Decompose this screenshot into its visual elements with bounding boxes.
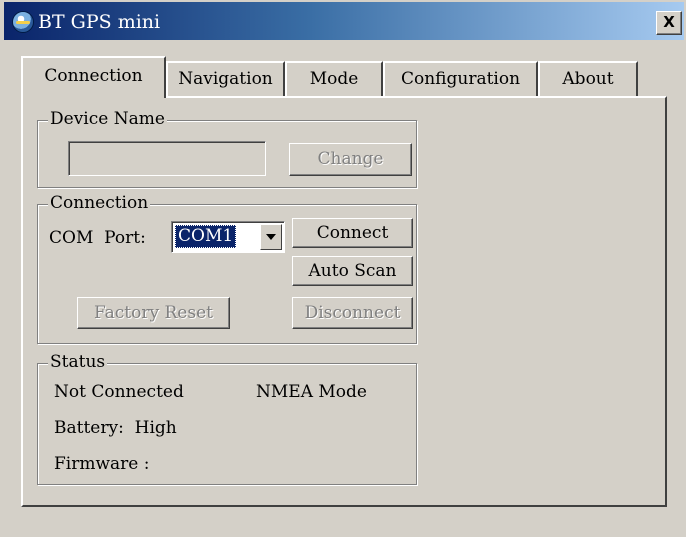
tab-label: Connection (44, 66, 143, 86)
tab-label: Navigation (178, 69, 273, 89)
connection-group: Connection COM Port: COM1 Connect Auto S… (37, 193, 417, 344)
app-window: BT GPS mini X Connection Navigation Mode… (0, 0, 686, 537)
disconnect-button[interactable]: Disconnect (292, 297, 413, 329)
com-port-value: COM1 (175, 225, 237, 248)
com-port-select[interactable]: COM1 (171, 221, 285, 253)
tab-about[interactable]: About (538, 61, 638, 96)
connect-button[interactable]: Connect (292, 218, 413, 248)
window-title: BT GPS mini (38, 11, 161, 33)
tab-navigation[interactable]: Navigation (166, 61, 285, 96)
tab-label: Configuration (400, 69, 521, 89)
title-bar[interactable]: BT GPS mini X (4, 2, 684, 40)
group-title: Connection (48, 193, 151, 213)
tab-mode[interactable]: Mode (285, 61, 383, 96)
mode-status-text: NMEA Mode (256, 382, 367, 402)
group-title: Status (48, 352, 108, 372)
tab-configuration[interactable]: Configuration (383, 61, 538, 96)
tab-label: About (562, 69, 614, 89)
gps-globe-icon (12, 11, 34, 33)
com-port-label: COM Port: (49, 228, 146, 248)
close-button[interactable]: X (656, 11, 682, 35)
tab-label: Mode (309, 69, 359, 89)
battery-status-text: Battery: High (54, 418, 177, 438)
chevron-down-icon[interactable] (260, 224, 282, 250)
device-name-group: Device Name Change (37, 109, 417, 188)
tab-connection[interactable]: Connection (21, 56, 166, 98)
close-icon: X (663, 13, 675, 31)
auto-scan-button[interactable]: Auto Scan (292, 256, 413, 286)
tab-page-connection: Device Name Change Connection COM Port: … (21, 96, 667, 507)
status-group: Status Not Connected NMEA Mode Battery: … (37, 352, 417, 485)
firmware-text: Firmware : (54, 454, 150, 474)
group-title: Device Name (48, 109, 167, 129)
change-button[interactable]: Change (289, 143, 412, 176)
factory-reset-button[interactable]: Factory Reset (77, 297, 230, 329)
device-name-field (68, 141, 266, 176)
connection-status-text: Not Connected (54, 382, 184, 402)
